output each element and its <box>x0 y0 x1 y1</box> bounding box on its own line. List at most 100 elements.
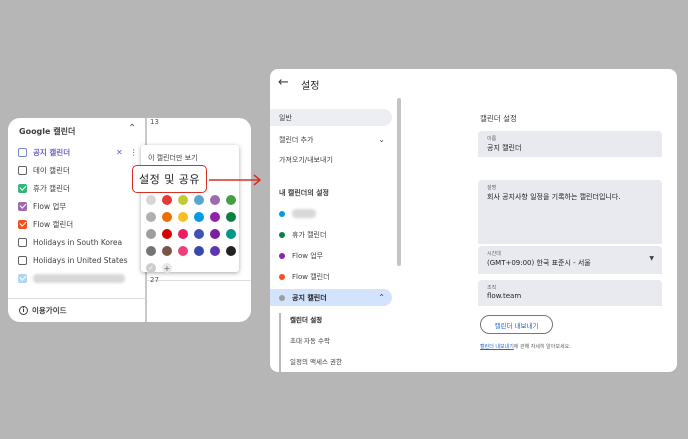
calendar-checkbox[interactable] <box>18 219 27 229</box>
calendar-list-item[interactable]: Holidays in South Korea <box>18 235 146 249</box>
calendar-color-dot <box>279 273 285 280</box>
chevron-up-icon[interactable]: ⌃ <box>128 123 136 134</box>
nav-add-calendar-label: 캘린더 추가 <box>279 135 314 144</box>
back-arrow-icon[interactable]: ← <box>278 75 289 90</box>
more-options-icon[interactable]: ⋮ <box>130 148 138 157</box>
export-help-suffix: 에 관해 자세히 알아보세요. <box>513 344 571 350</box>
chevron-down-icon: ⌄ <box>378 135 385 144</box>
calendar-name: Holidays in United States <box>33 255 128 265</box>
calendar-list-item[interactable]: Flow 캘린더 <box>18 217 146 231</box>
add-custom-color-icon[interactable]: + <box>162 263 172 273</box>
calendar-name: 휴가 캘린더 <box>33 183 70 193</box>
calendar-color-dot <box>279 294 285 301</box>
nav-calendar-settings[interactable]: 캘린더 설정 <box>290 314 322 324</box>
calendar-list-item[interactable]: 휴가 캘린더 <box>18 181 146 195</box>
timezone-label: 시간대 <box>487 251 501 257</box>
nav-calendar-item[interactable]: 휴가 캘린더 <box>270 226 392 243</box>
color-swatch[interactable] <box>194 195 204 205</box>
page-title: 설정 <box>301 81 320 92</box>
color-swatch[interactable] <box>178 212 188 222</box>
settings-window: ← 설정 일반 캘린더 추가 ⌄ 가져오기/내보내기 내 캘린더의 설정 휴가 … <box>270 69 677 372</box>
description-field[interactable]: 설명 회사 공지사항 일정을 기록하는 캘린더입니다. <box>478 180 662 244</box>
nav-calendar-item[interactable] <box>270 205 392 222</box>
calendar-checkbox[interactable] <box>18 147 27 157</box>
nav-general-label: 일반 <box>279 113 292 122</box>
timezone-select[interactable]: 시간대 (GMT+09:00) 한국 표준시 - 서울 ▼ <box>478 246 662 274</box>
color-swatch[interactable] <box>178 195 188 205</box>
calendar-name: Flow 업무 <box>33 201 67 211</box>
color-swatch[interactable] <box>162 246 172 256</box>
calendar-checkbox[interactable] <box>18 201 27 211</box>
color-swatch[interactable] <box>226 246 236 256</box>
description-value: 회사 공지사항 일정을 기록하는 캘린더입니다. <box>487 193 621 201</box>
color-swatch[interactable] <box>194 229 204 239</box>
color-swatch[interactable] <box>146 212 156 222</box>
color-swatch[interactable] <box>226 212 236 222</box>
nav-calendar-label: 공지 캘린더 <box>292 293 327 302</box>
nav-auto-accept[interactable]: 초대 자동 수락 <box>290 335 330 345</box>
calendar-list-item[interactable]: Holidays in United States <box>18 253 146 267</box>
calendar-list-item[interactable] <box>18 271 146 285</box>
color-swatch[interactable] <box>226 229 236 239</box>
color-swatch[interactable] <box>194 246 204 256</box>
nav-general[interactable]: 일반 <box>270 109 392 126</box>
calendar-list-header[interactable]: Google 캘린더 <box>19 126 75 137</box>
chevron-up-icon[interactable]: ⌃ <box>378 293 385 302</box>
color-swatch[interactable] <box>226 195 236 205</box>
description-label: 설명 <box>487 185 497 191</box>
calendar-color-dot <box>279 252 285 259</box>
nav-calendar-item[interactable]: Flow 캘린더 <box>270 268 392 285</box>
calendar-checkbox[interactable] <box>18 273 27 283</box>
name-field[interactable]: 이름 공지 캘린더 <box>478 131 662 157</box>
color-swatch[interactable] <box>146 246 156 256</box>
color-swatch[interactable] <box>162 212 172 222</box>
calendar-color-dot <box>279 210 285 217</box>
calendar-checkbox[interactable] <box>18 255 27 265</box>
redacted-calendar-name <box>33 273 125 283</box>
color-swatch[interactable] <box>162 195 172 205</box>
redacted-calendar-name <box>292 209 316 218</box>
show-only-this-calendar[interactable]: 이 캘린더만 보기 <box>148 153 198 163</box>
calendar-list-item[interactable]: 데이 캘린더 <box>18 163 146 177</box>
selected-color-check-icon[interactable]: ✓ <box>146 263 156 273</box>
export-help-link[interactable]: 캘린더 내보내기 <box>480 344 514 350</box>
sub-nav-indicator <box>279 313 281 372</box>
color-swatch[interactable] <box>162 229 172 239</box>
scrollbar[interactable] <box>397 98 401 266</box>
export-help-text: 캘린더 내보내기에 관해 자세히 알아보세요. <box>480 343 571 350</box>
calendar-checkbox[interactable] <box>18 183 27 193</box>
usage-guide-link[interactable]: i 이용가이드 <box>19 305 67 316</box>
nav-calendar-item[interactable]: Flow 업무 <box>270 247 392 264</box>
my-calendars-header: 내 캘린더의 설정 <box>279 189 329 197</box>
divider <box>8 298 146 299</box>
color-swatch[interactable] <box>210 212 220 222</box>
export-calendar-button[interactable]: 캘린더 내보내기 <box>480 315 553 334</box>
calendar-checkbox[interactable] <box>18 237 27 247</box>
calendar-name: Flow 캘린더 <box>33 219 74 229</box>
day-number: 27 <box>150 276 159 284</box>
settings-and-sharing-button[interactable]: 설정 및 공유 <box>132 165 207 193</box>
color-swatch[interactable] <box>210 246 220 256</box>
calendar-name: 공지 캘린더 <box>33 147 71 157</box>
color-swatch[interactable] <box>210 229 220 239</box>
arrow-right-icon <box>209 174 262 186</box>
nav-calendar-label: Flow 업무 <box>292 251 324 260</box>
close-icon[interactable]: ✕ <box>116 148 123 157</box>
color-swatch[interactable] <box>194 212 204 222</box>
color-swatch[interactable] <box>210 195 220 205</box>
nav-event-access[interactable]: 일정의 액세스 권한 <box>290 356 342 366</box>
color-swatch[interactable] <box>146 195 156 205</box>
calendar-checkbox[interactable] <box>18 165 27 175</box>
organization-label: 조직 <box>487 285 497 291</box>
color-swatch[interactable] <box>178 246 188 256</box>
calendar-name: Holidays in South Korea <box>33 237 123 247</box>
section-title: 캘린더 설정 <box>480 114 517 123</box>
calendar-color-dot <box>279 231 285 238</box>
color-swatch[interactable] <box>146 229 156 239</box>
organization-value: flow.team <box>487 292 522 300</box>
color-swatch[interactable] <box>178 229 188 239</box>
nav-calendar-item[interactable]: 공지 캘린더 ⌃ <box>270 289 392 306</box>
nav-add-calendar[interactable]: 캘린더 추가 ⌄ <box>270 131 392 148</box>
nav-import-export[interactable]: 가져오기/내보내기 <box>270 151 392 168</box>
calendar-list-item[interactable]: Flow 업무 <box>18 199 146 213</box>
